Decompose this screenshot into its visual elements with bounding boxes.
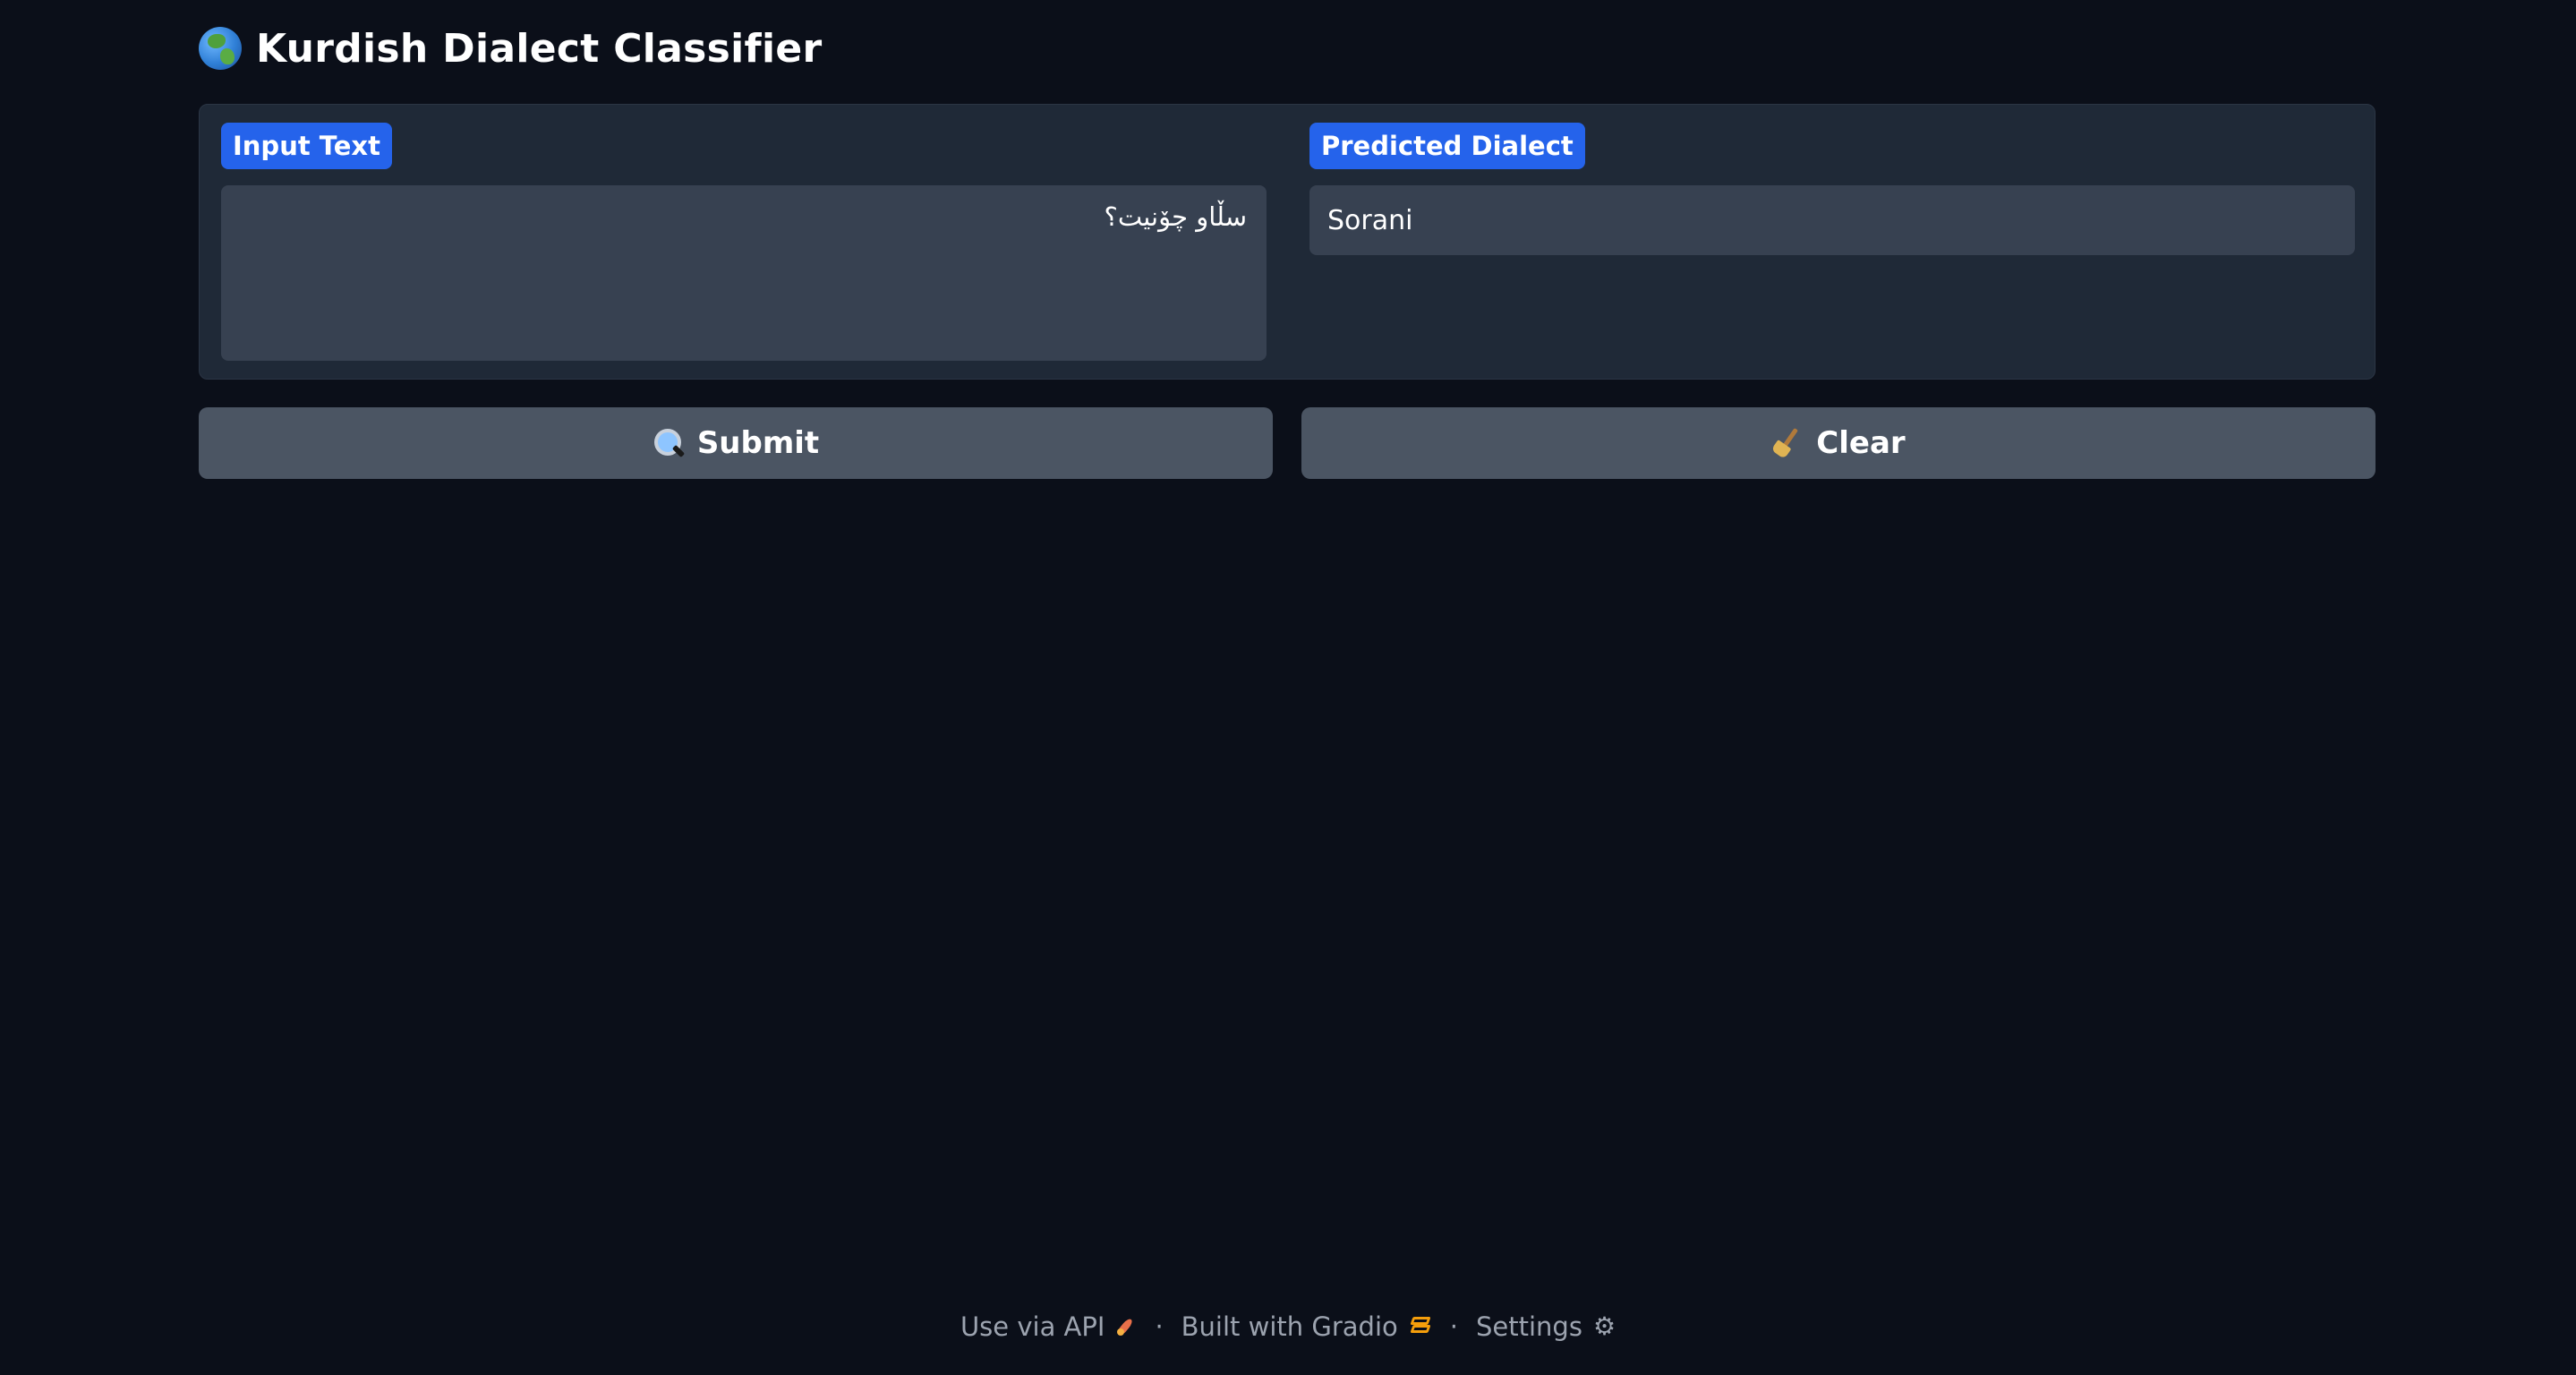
footer: Use via API · Built with Gradio · Settin… — [0, 1305, 2576, 1348]
io-panel: Input Text سڵاو چۆنیت؟ Predicted Dialect… — [199, 104, 2376, 380]
submit-button[interactable]: Submit — [199, 407, 1273, 479]
rocket-icon — [1115, 1316, 1137, 1337]
use-via-api-link[interactable]: Use via API — [960, 1311, 1137, 1342]
clear-button-label: Clear — [1816, 425, 1906, 461]
page-title-text: Kurdish Dialect Classifier — [256, 25, 823, 72]
submit-button-label: Submit — [696, 425, 820, 461]
input-text-label: Input Text — [221, 123, 392, 169]
app-root: Kurdish Dialect Classifier Input Text سڵ… — [0, 0, 2576, 1375]
predicted-dialect-output[interactable]: Sorani — [1309, 185, 2355, 255]
gear-icon: ⚙ — [1592, 1311, 1616, 1341]
input-text-field[interactable]: سڵاو چۆنیت؟ — [221, 185, 1267, 361]
magnifier-icon — [653, 427, 685, 459]
built-with-gradio-label: Built with Gradio — [1181, 1311, 1398, 1342]
globe-icon — [199, 27, 242, 70]
clear-button[interactable]: Clear — [1301, 407, 2376, 479]
footer-separator: · — [1449, 1311, 1458, 1342]
built-with-gradio-link[interactable]: Built with Gradio — [1181, 1311, 1432, 1342]
gradio-logo-icon — [1409, 1317, 1432, 1337]
broom-icon — [1770, 427, 1804, 459]
page-title: Kurdish Dialect Classifier — [199, 20, 823, 77]
use-via-api-label: Use via API — [960, 1311, 1105, 1342]
settings-link[interactable]: Settings ⚙ — [1476, 1311, 1616, 1342]
predicted-dialect-value: Sorani — [1327, 204, 1413, 236]
settings-label: Settings — [1475, 1311, 1582, 1342]
footer-separator: · — [1155, 1311, 1164, 1342]
predicted-dialect-label: Predicted Dialect — [1309, 123, 1585, 169]
